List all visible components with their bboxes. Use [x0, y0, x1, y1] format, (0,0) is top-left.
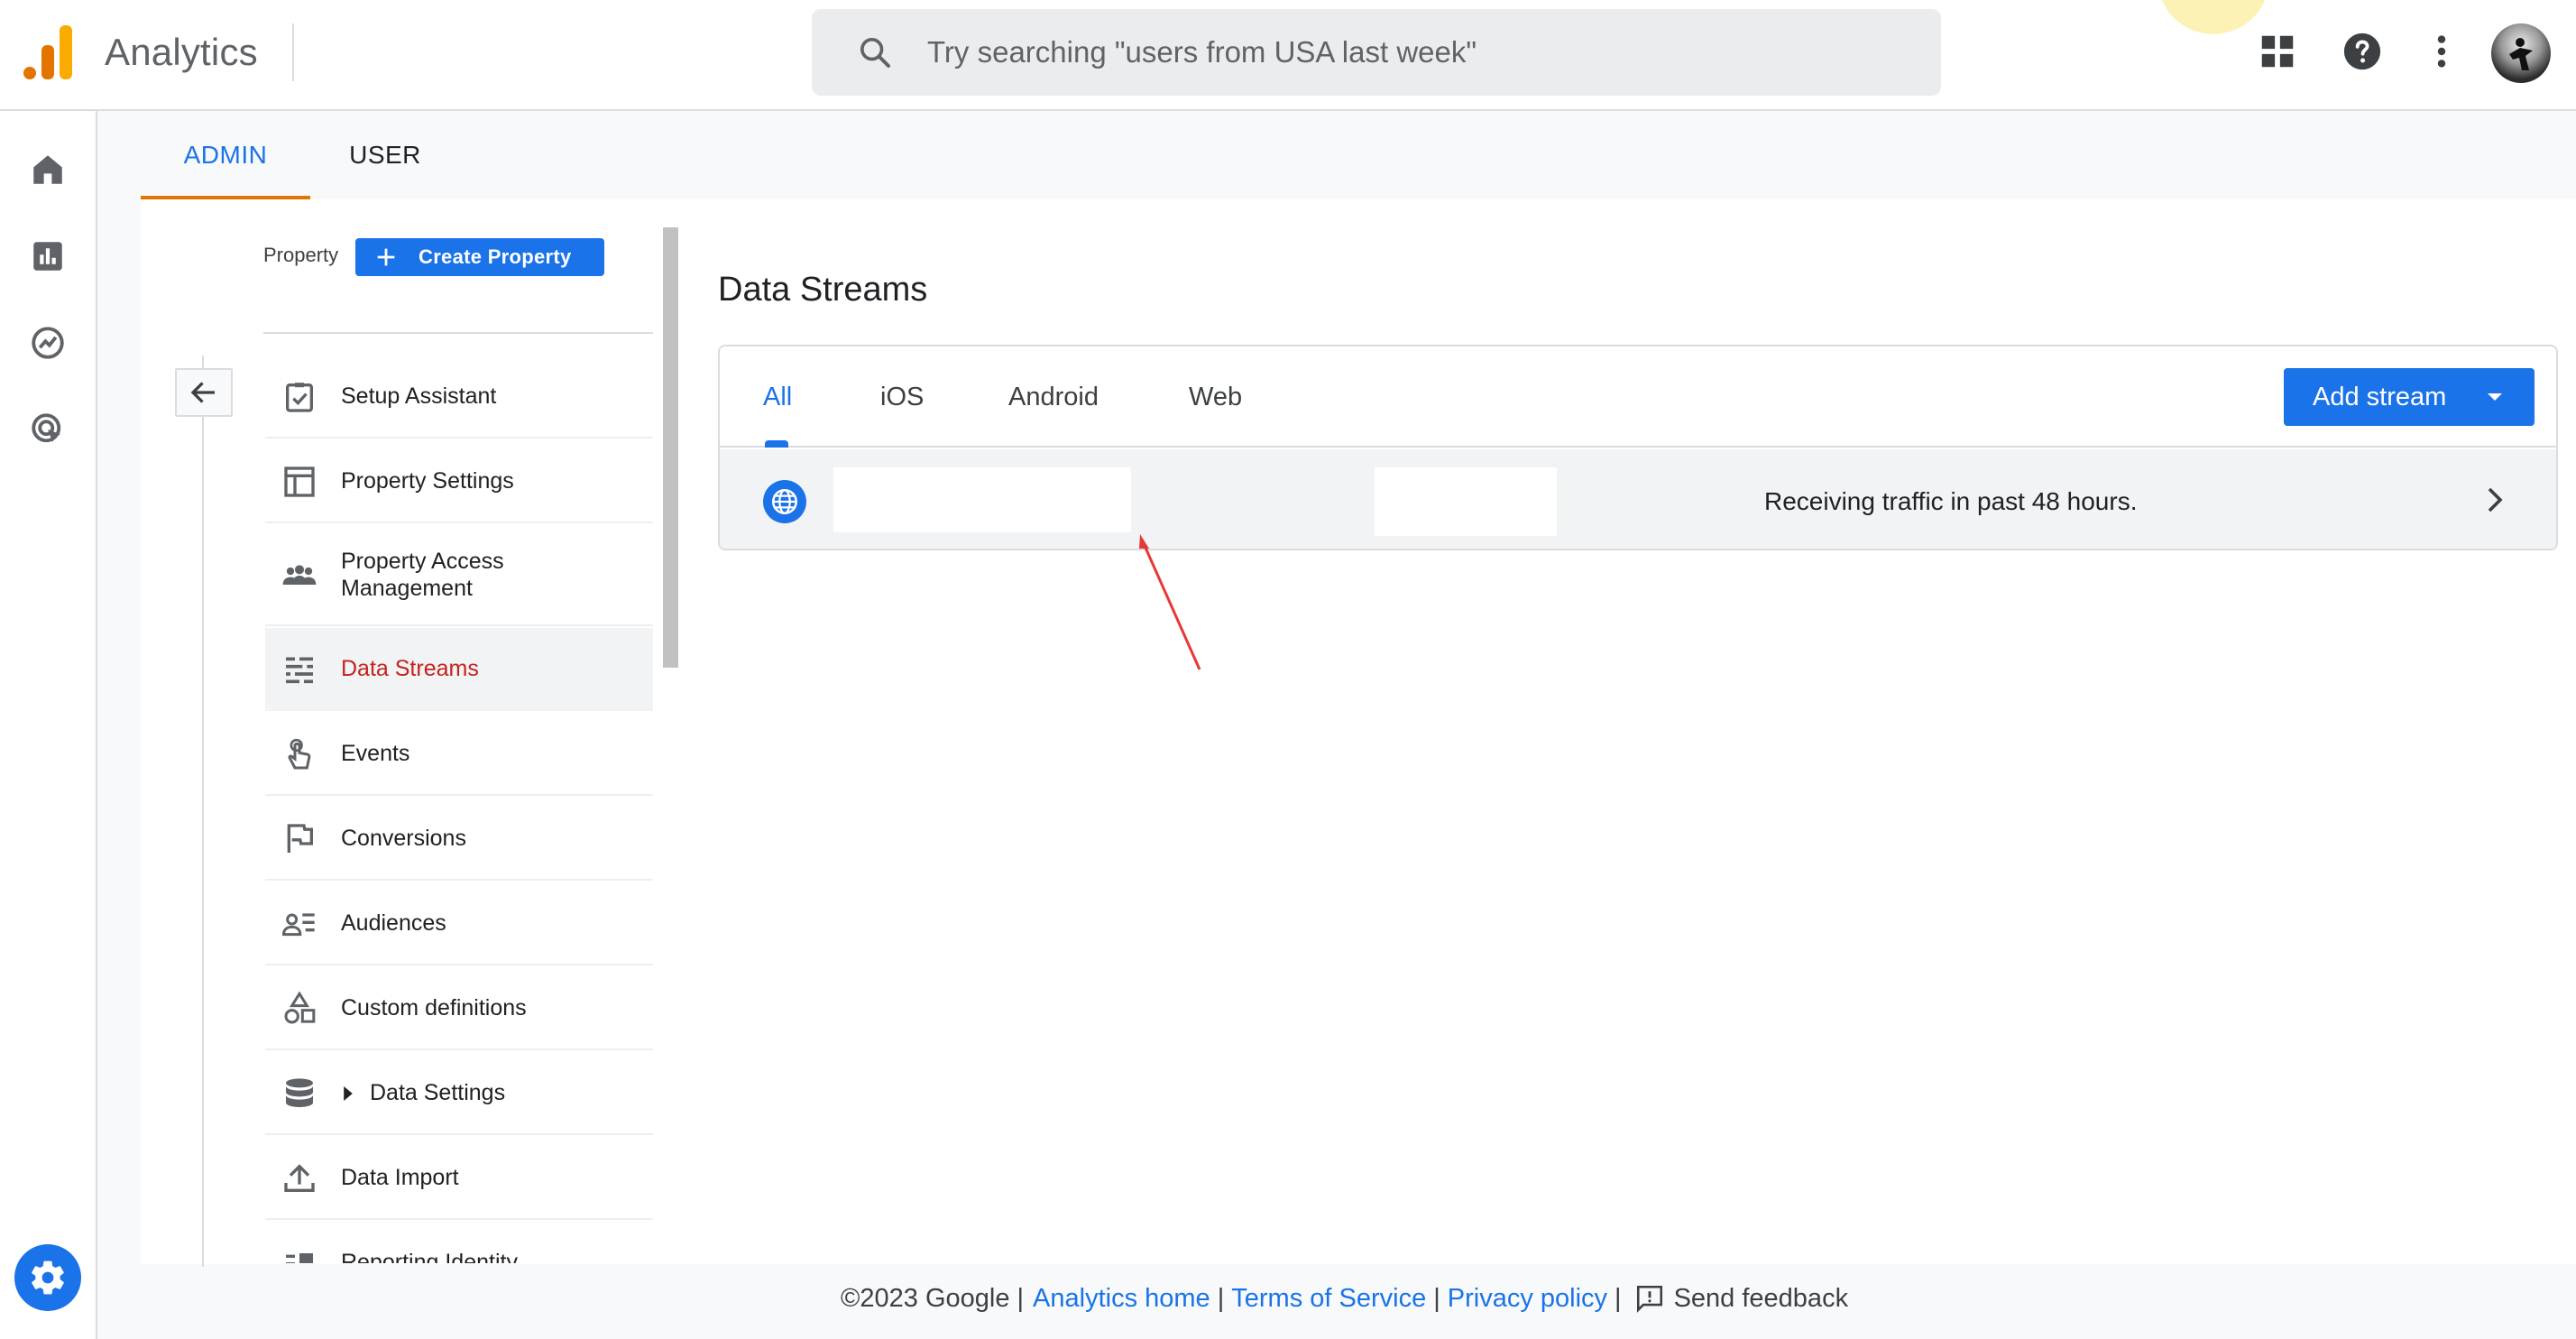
nav-item-property-access-management[interactable]: Property Access Management — [265, 525, 653, 626]
audience-icon — [281, 913, 315, 937]
create-property-button[interactable]: Create Property — [355, 238, 604, 276]
create-property-label: Create Property — [419, 245, 572, 268]
nav-label: Data Import — [341, 1165, 459, 1190]
identity-icon — [286, 1253, 313, 1263]
tab-all[interactable]: All — [763, 383, 792, 412]
database-icon — [286, 1078, 313, 1107]
search-input[interactable] — [927, 9, 1919, 96]
apps-grid-icon[interactable] — [2257, 31, 2298, 72]
tree-line — [202, 356, 204, 1267]
shapes-icon — [284, 991, 316, 1024]
tab-admin[interactable]: ADMIN — [141, 111, 310, 199]
settings-scrollbar[interactable] — [663, 227, 678, 668]
nav-item-data-streams[interactable]: Data Streams — [265, 628, 653, 711]
add-stream-label: Add stream — [2313, 382, 2447, 411]
account-avatar[interactable] — [2491, 23, 2551, 83]
nav-item-setup-assistant[interactable]: Setup Assistant — [265, 356, 653, 439]
nav-item-events[interactable]: Events — [265, 713, 653, 796]
nav-label: Property Access Management — [341, 549, 504, 601]
tab-user-label: USER — [349, 141, 421, 169]
cursor-highlight — [2157, 0, 2269, 34]
feedback-icon[interactable] — [1634, 1283, 1665, 1314]
upload-icon — [284, 1164, 315, 1192]
nav-label: Events — [341, 741, 410, 766]
nav-label: Data Settings — [370, 1080, 506, 1105]
dropdown-arrow-icon — [2488, 393, 2502, 401]
nav-label: Property Settings — [341, 468, 514, 494]
nav-item-conversions[interactable]: Conversions — [265, 798, 653, 881]
left-nav-rail — [0, 111, 97, 1339]
nav-label: Data Streams — [341, 656, 479, 681]
web-layout-icon — [284, 466, 315, 497]
search-bar[interactable] — [812, 9, 1941, 96]
nav-label: Setup Assistant — [341, 383, 497, 409]
column-divider — [263, 332, 653, 334]
stream-name-redacted — [833, 467, 1131, 532]
flag-icon — [287, 824, 313, 853]
help-icon[interactable] — [2341, 31, 2383, 72]
footer-separator: | — [1615, 1283, 1622, 1313]
avatar-figure-icon — [2509, 38, 2533, 70]
streams-icon — [286, 657, 313, 684]
tab-admin-label: ADMIN — [183, 141, 268, 169]
plus-icon — [377, 248, 395, 266]
stream-id-redacted — [1375, 467, 1557, 536]
terms-link[interactable]: Terms of Service — [1231, 1284, 1426, 1314]
chevron-right-icon[interactable] — [2479, 484, 2511, 516]
stream-filter-tabs: All iOS Android Web Add stream — [720, 346, 2556, 448]
nav-label: Audiences — [341, 910, 446, 936]
search-icon — [860, 38, 890, 68]
footer-separator: | — [1217, 1283, 1225, 1313]
nav-item-data-settings[interactable]: Data Settings — [265, 1052, 653, 1135]
footer-separator: | — [1433, 1283, 1440, 1313]
explore-icon[interactable] — [29, 324, 67, 362]
add-stream-button[interactable]: Add stream — [2284, 368, 2535, 426]
title-divider — [292, 23, 294, 81]
back-button[interactable] — [175, 368, 233, 417]
analytics-logo-icon[interactable] — [23, 25, 74, 79]
touch-icon — [288, 738, 311, 770]
privacy-link[interactable]: Privacy policy — [1448, 1284, 1607, 1314]
tab-android[interactable]: Android — [1008, 383, 1099, 412]
tab-ios[interactable]: iOS — [880, 383, 924, 412]
data-streams-card: All iOS Android Web Add stream Receiving… — [718, 345, 2558, 550]
app-title[interactable]: Analytics — [105, 31, 258, 74]
top-app-bar: Analytics — [0, 0, 2576, 111]
annotation-arrow-icon — [1139, 534, 1201, 670]
checklist-icon — [286, 383, 313, 412]
nav-label: Conversions — [341, 826, 466, 851]
property-label: Property — [263, 244, 339, 266]
analytics-home-link[interactable]: Analytics home — [1033, 1284, 1210, 1314]
nav-label: Reporting Identity — [341, 1250, 518, 1263]
stream-status: Receiving traffic in past 48 hours. — [1764, 487, 2138, 515]
globe-icon — [763, 480, 806, 523]
footer-copyright: ©2023 Google | — [841, 1283, 1025, 1313]
nav-item-audiences[interactable]: Audiences — [265, 882, 653, 965]
tab-all-indicator — [765, 440, 788, 448]
home-icon[interactable] — [29, 151, 67, 189]
stream-row[interactable]: Receiving traffic in past 48 hours. — [720, 449, 2556, 549]
reports-icon[interactable] — [29, 237, 67, 275]
nav-item-custom-definitions[interactable]: Custom definitions — [265, 967, 653, 1050]
tab-web[interactable]: Web — [1189, 383, 1242, 412]
nav-item-data-import[interactable]: Data Import — [265, 1137, 653, 1220]
send-feedback-link[interactable]: Send feedback — [1674, 1284, 1848, 1314]
footer: ©2023 Google | Analytics home | Terms of… — [0, 1263, 2576, 1339]
page-title: Data Streams — [718, 271, 928, 309]
advertising-icon[interactable] — [29, 411, 67, 448]
tab-user[interactable]: USER — [336, 111, 435, 199]
nav-item-reporting-identity[interactable]: Reporting Identity — [265, 1222, 653, 1263]
nav-item-property-settings[interactable]: Property Settings — [265, 440, 653, 523]
more-vert-icon[interactable] — [2421, 31, 2462, 72]
caret-right-icon[interactable] — [341, 1085, 355, 1103]
nav-label: Custom definitions — [341, 995, 527, 1020]
arrow-back-icon — [190, 382, 215, 403]
people-icon — [282, 565, 317, 585]
